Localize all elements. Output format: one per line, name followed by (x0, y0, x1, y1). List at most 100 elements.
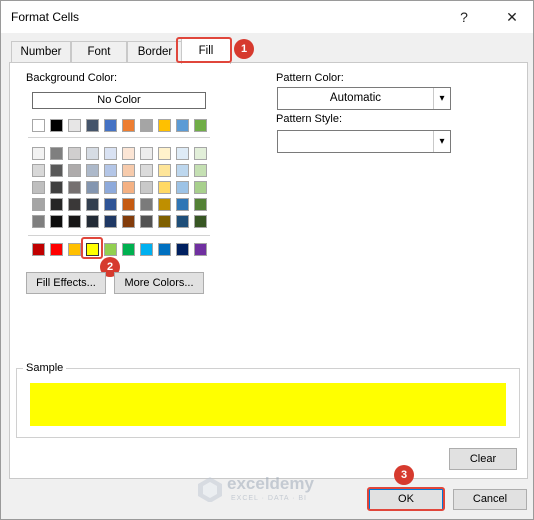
color-swatch[interactable] (68, 215, 81, 228)
color-swatch[interactable] (158, 164, 171, 177)
color-swatch[interactable] (32, 215, 45, 228)
color-swatch[interactable] (122, 198, 135, 211)
pattern-style-dropdown[interactable]: ▾ (277, 130, 451, 153)
color-swatch[interactable] (32, 181, 45, 194)
sample-preview (30, 383, 506, 426)
chevron-down-icon[interactable]: ▾ (433, 88, 450, 109)
sample-label: Sample (23, 362, 67, 374)
color-swatch[interactable] (122, 119, 135, 132)
color-swatch[interactable] (50, 243, 63, 256)
color-swatch[interactable] (68, 198, 81, 211)
color-swatch[interactable] (122, 215, 135, 228)
dialog-title: Format Cells (11, 10, 80, 24)
color-swatch[interactable] (68, 119, 81, 132)
title-bar: Format Cells ? ✕ (1, 1, 533, 33)
color-swatch[interactable] (50, 198, 63, 211)
color-swatch[interactable] (68, 181, 81, 194)
tab-border[interactable]: Border (127, 41, 183, 63)
color-swatch[interactable] (176, 215, 189, 228)
color-swatch[interactable] (50, 215, 63, 228)
color-swatch[interactable] (194, 164, 207, 177)
color-swatch[interactable] (104, 147, 117, 160)
color-swatch[interactable] (122, 181, 135, 194)
color-swatch[interactable] (140, 215, 153, 228)
color-swatch[interactable] (140, 243, 153, 256)
color-swatch[interactable] (50, 181, 63, 194)
color-swatch[interactable] (50, 164, 63, 177)
callout-3: 3 (394, 465, 414, 485)
color-swatch[interactable] (176, 164, 189, 177)
color-swatch[interactable] (176, 181, 189, 194)
close-icon[interactable]: ✕ (501, 7, 523, 27)
color-swatch[interactable] (104, 119, 117, 132)
color-swatch[interactable] (122, 243, 135, 256)
ok-button-highlight (367, 487, 445, 511)
color-swatch[interactable] (140, 198, 153, 211)
color-swatch[interactable] (86, 164, 99, 177)
color-swatch[interactable] (32, 147, 45, 160)
color-swatch[interactable] (68, 243, 81, 256)
color-swatch[interactable] (176, 119, 189, 132)
color-swatch[interactable] (68, 164, 81, 177)
background-color-label: Background Color: (26, 72, 118, 84)
tab-font[interactable]: Font (71, 41, 127, 63)
pattern-color-dropdown[interactable]: Automatic ▾ (277, 87, 451, 110)
color-swatch[interactable] (140, 164, 153, 177)
color-swatch[interactable] (104, 181, 117, 194)
palette-divider (28, 137, 210, 138)
color-swatch[interactable] (176, 198, 189, 211)
color-swatch[interactable] (104, 243, 117, 256)
color-swatch[interactable] (32, 243, 45, 256)
color-swatch[interactable] (176, 243, 189, 256)
fill-effects-button[interactable]: Fill Effects... (26, 272, 106, 294)
palette-divider (28, 235, 210, 236)
color-swatch[interactable] (194, 243, 207, 256)
color-swatch[interactable] (86, 147, 99, 160)
color-swatch[interactable] (140, 147, 153, 160)
color-swatch[interactable] (194, 181, 207, 194)
color-swatch[interactable] (158, 181, 171, 194)
color-swatch[interactable] (158, 243, 171, 256)
color-swatch[interactable] (158, 198, 171, 211)
watermark-tagline: EXCEL · DATA · BI (231, 495, 307, 502)
color-swatch[interactable] (194, 198, 207, 211)
color-swatch[interactable] (68, 147, 81, 160)
more-colors-button[interactable]: More Colors... (114, 272, 204, 294)
exceldemy-logo: exceldemy EXCEL · DATA · BI (197, 472, 347, 506)
color-swatch[interactable] (104, 198, 117, 211)
cancel-button[interactable]: Cancel (453, 489, 527, 510)
pattern-color-label: Pattern Color: (276, 72, 344, 84)
color-swatch[interactable] (86, 215, 99, 228)
color-swatch[interactable] (158, 119, 171, 132)
color-swatch[interactable] (86, 181, 99, 194)
no-color-button[interactable]: No Color (32, 92, 206, 109)
color-swatch[interactable] (140, 181, 153, 194)
exceldemy-logo-icon (198, 477, 222, 502)
color-swatch[interactable] (104, 164, 117, 177)
color-swatch[interactable] (140, 119, 153, 132)
color-swatch[interactable] (32, 198, 45, 211)
tab-number[interactable]: Number (11, 41, 71, 63)
color-swatch[interactable] (104, 215, 117, 228)
callout-1: 1 (234, 39, 254, 59)
clear-button[interactable]: Clear (449, 448, 517, 470)
fill-tab-highlight (176, 37, 232, 63)
color-swatch[interactable] (122, 147, 135, 160)
color-swatch[interactable] (122, 164, 135, 177)
color-swatch[interactable] (158, 147, 171, 160)
color-swatch[interactable] (194, 119, 207, 132)
watermark-name: exceldemy (227, 474, 314, 493)
color-swatch[interactable] (32, 119, 45, 132)
color-swatch[interactable] (176, 147, 189, 160)
color-swatch[interactable] (32, 164, 45, 177)
help-icon[interactable]: ? (453, 7, 475, 27)
color-swatch[interactable] (50, 147, 63, 160)
color-swatch[interactable] (86, 119, 99, 132)
format-cells-dialog: Format Cells ? ✕ Number Font Border Fill… (0, 0, 534, 520)
color-swatch[interactable] (194, 215, 207, 228)
color-swatch[interactable] (158, 215, 171, 228)
color-swatch[interactable] (86, 198, 99, 211)
color-swatch[interactable] (194, 147, 207, 160)
chevron-down-icon[interactable]: ▾ (433, 131, 450, 152)
color-swatch[interactable] (50, 119, 63, 132)
